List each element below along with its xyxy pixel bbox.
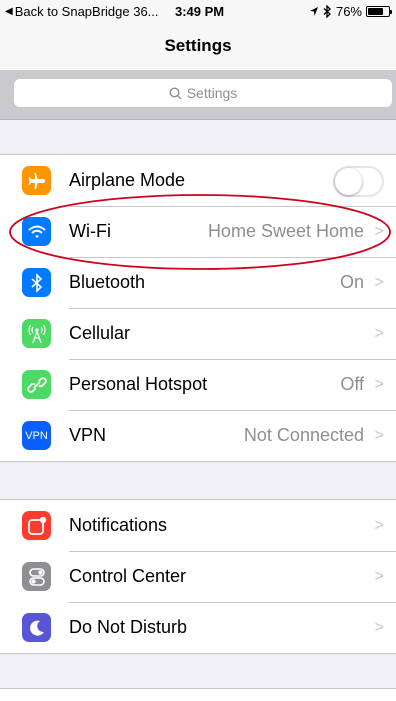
row-wifi[interactable]: Wi-Fi Home Sweet Home > — [0, 206, 396, 257]
moon-icon — [22, 613, 51, 642]
battery-icon — [366, 6, 392, 17]
chevron-right-icon: > — [374, 273, 384, 291]
bluetooth-icon — [22, 268, 51, 297]
settings-group-partial — [0, 688, 396, 701]
page-title: Settings — [164, 36, 232, 55]
row-bluetooth[interactable]: Bluetooth On > — [0, 257, 396, 308]
row-do-not-disturb[interactable]: Do Not Disturb > — [0, 602, 396, 653]
search-input[interactable]: Settings — [14, 79, 392, 107]
row-airplane-mode[interactable]: Airplane Mode — [0, 155, 396, 206]
chevron-right-icon: > — [374, 375, 384, 393]
control-center-label: Control Center — [69, 566, 187, 586]
chevron-right-icon: > — [374, 516, 384, 534]
row-personal-hotspot[interactable]: Personal Hotspot Off > — [0, 359, 396, 410]
back-to-app-link[interactable]: ◀ Back to SnapBridge 36... — [5, 4, 159, 19]
bluetooth-label: Bluetooth — [69, 272, 146, 292]
back-triangle-icon: ◀ — [5, 6, 13, 17]
bluetooth-value: On — [339, 272, 364, 292]
location-arrow-icon — [309, 7, 318, 16]
hotspot-icon — [22, 370, 51, 399]
bluetooth-status-icon — [323, 5, 331, 18]
chevron-right-icon: > — [374, 324, 384, 342]
vpn-value: Not Connected — [243, 425, 364, 445]
wifi-label: Wi-Fi — [69, 221, 111, 241]
settings-group-notifications: Notifications > Control Center > Do Not … — [0, 499, 396, 654]
personal-hotspot-value: Off — [340, 374, 364, 394]
personal-hotspot-label: Personal Hotspot — [69, 374, 208, 394]
search-area: Settings — [0, 70, 396, 120]
notifications-label: Notifications — [69, 515, 168, 535]
cellular-label: Cellular — [69, 323, 131, 343]
cellular-icon — [22, 319, 51, 348]
back-to-app-label: Back to SnapBridge 36... — [14, 4, 159, 19]
row-vpn[interactable]: VPN VPN Not Connected > — [0, 410, 396, 461]
chevron-right-icon: > — [374, 618, 384, 636]
wifi-icon — [22, 217, 51, 246]
row-control-center[interactable]: Control Center > — [0, 551, 396, 602]
status-bar: ◀ Back to SnapBridge 36... 3:49 PM 76% — [0, 0, 396, 22]
navigation-bar: Settings — [0, 22, 396, 70]
search-icon — [169, 86, 182, 99]
do-not-disturb-label: Do Not Disturb — [69, 617, 188, 637]
chevron-right-icon: > — [374, 222, 384, 240]
wifi-network-value: Home Sweet Home — [207, 221, 364, 241]
chevron-right-icon: > — [374, 567, 384, 585]
status-time: 3:49 PM — [175, 4, 225, 19]
chevron-right-icon: > — [374, 426, 384, 444]
search-placeholder: Settings — [186, 85, 238, 101]
airplane-icon — [22, 166, 51, 195]
row-notifications[interactable]: Notifications > — [0, 500, 396, 551]
airplane-mode-toggle[interactable] — [333, 166, 384, 197]
control-center-icon — [22, 562, 51, 591]
vpn-label: VPN — [69, 425, 107, 445]
airplane-mode-label: Airplane Mode — [69, 170, 186, 190]
vpn-icon: VPN — [22, 421, 51, 450]
settings-group-connectivity: Airplane Mode Wi-Fi Home Sweet Home > Bl… — [0, 154, 396, 462]
notifications-icon — [22, 511, 51, 540]
status-right: 76% — [309, 4, 392, 19]
row-cellular[interactable]: Cellular > — [0, 308, 396, 359]
battery-percent: 76% — [335, 4, 362, 19]
